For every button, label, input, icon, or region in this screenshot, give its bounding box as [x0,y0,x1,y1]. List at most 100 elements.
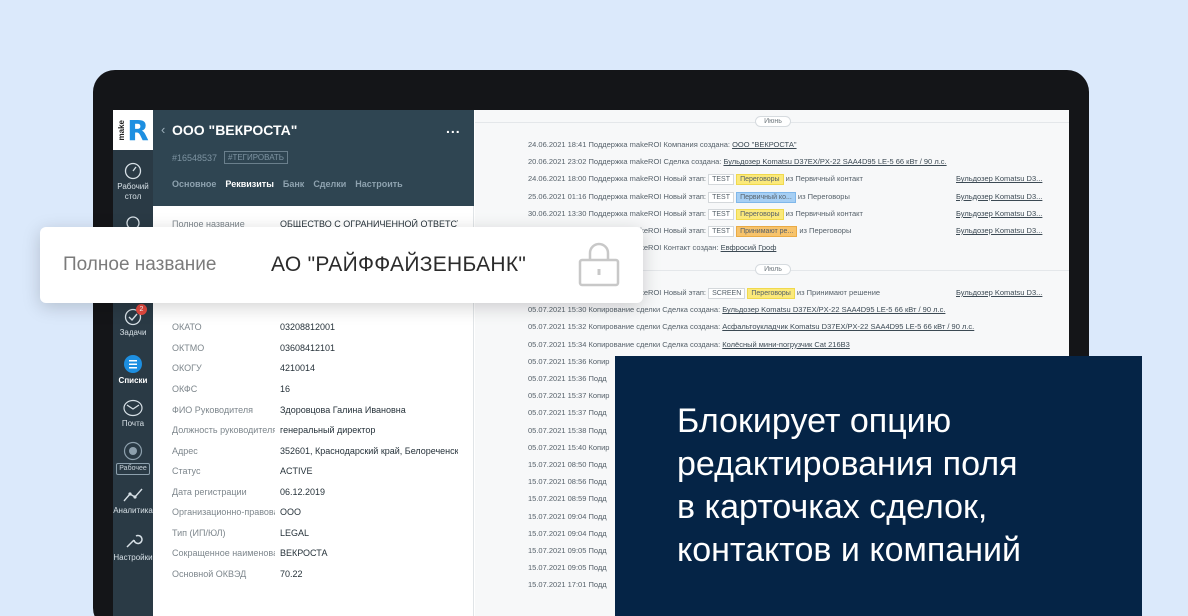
field-label: ОКТМО [172,343,205,353]
event-deal-link[interactable]: Бульдозер Komatsu D3... [956,287,1042,298]
event-link[interactable]: Бульдозер Komatsu D37EX/PX-22 SAA4D95 LE… [723,157,946,166]
logo-letter: R [127,113,149,147]
locked-field-value: АО "РАЙФФАЙЗЕНБАНК" [271,253,527,276]
pipeline-chip: SCREEN [708,288,746,299]
tab-requisites[interactable]: Реквизиты [225,179,273,189]
rail-label-settings: Настройки [113,553,153,562]
lists-icon [124,355,142,373]
event-tail: из Первичный контакт [783,208,863,218]
event-text: 05.07.2021 15:36 Копир [528,356,610,366]
event-text: 15.07.2021 09:04 Подд [528,528,607,538]
logo-small-text: make [117,119,127,141]
feed-event[interactable]: 25.06.2021 01:16 Поддержка makeROI Новый… [528,191,1048,203]
event-text: 05.07.2021 15:34 Копирование сделки Сдел… [528,339,723,349]
field-row[interactable]: ОКФС 16 [172,384,462,396]
feed-event[interactable]: 05.07.2021 15:30 Копирование сделки Сдел… [528,304,1048,315]
field-value[interactable]: 4210014 [280,363,458,373]
feed-event[interactable]: 05.07.2021 15:34 Копирование сделки Сдел… [528,339,1048,350]
field-row[interactable]: Сокращенное наименование ВЕКРОСТА [172,548,462,560]
field-value[interactable]: 70.22 [280,569,458,579]
tab-deals[interactable]: Сделки [313,179,346,189]
field-row[interactable]: Дата регистрации 06.12.2019 [172,487,462,499]
field-value[interactable]: 03608412101 [280,343,458,353]
stage-chip: Переговоры [747,288,795,299]
field-value[interactable]: Здоровцова Галина Ивановна [280,405,458,415]
field-value[interactable]: ООО [280,507,458,517]
field-value[interactable]: 06.12.2019 [280,487,458,497]
event-link[interactable]: ООО "ВЕКРОСТА" [732,140,796,149]
promo-box: Блокирует опцию редактирования поля в ка… [615,356,1142,616]
rail-item-hidden[interactable] [113,214,153,228]
event-text: 15.07.2021 09:05 Подд [528,546,607,555]
tab-bank[interactable]: Банк [283,179,304,189]
event-tail: из Переговоры [795,191,850,201]
field-value[interactable]: 16 [280,384,458,394]
tab-main[interactable]: Основное [172,179,216,189]
rail-item-lists[interactable]: Списки [113,354,153,386]
feed-event[interactable]: 24.06.2021 18:41 Поддержка makeROI Компа… [528,139,1048,150]
event-deal-link[interactable]: Бульдозер Komatsu D3... [956,225,1042,236]
rail-item-mail[interactable]: Почта [113,399,153,429]
field-row[interactable]: ОКТМО 03608412101 [172,343,462,355]
event-text: 05.07.2021 15:32 Копирование сделки Сдел… [528,322,723,332]
field-value[interactable]: 352601, Краснодарский край, Белореченск [280,446,458,456]
event-tail: из Переговоры [797,226,852,235]
pipeline-chip: TEST [708,226,734,237]
event-tail: из Первичный контакт [783,174,863,184]
rail-item-tasks[interactable]: 2 Задачи [113,304,153,338]
field-row[interactable]: ОКОГУ 4210014 [172,363,462,375]
event-link[interactable]: Колёсный мини-погрузчик Cat 216B3 [722,340,850,349]
promo-text: Блокирует опцию редактирования поля в ка… [677,400,1137,572]
event-link[interactable]: Бульдозер Komatsu D37EX/PX-22 SAA4D95 LE… [722,305,945,314]
event-deal-link[interactable]: Бульдозер Komatsu D3... [956,173,1042,184]
event-deal-link[interactable]: Бульдозер Komatsu D3... [956,191,1042,202]
event-link[interactable]: Евфросий Гроф [721,243,777,252]
field-row[interactable]: Тип (ИП/ЮЛ) LEGAL [172,528,462,540]
rail-item-work[interactable]: Рабочее [113,441,153,475]
field-row[interactable]: ОКАТО 03208812001 [172,322,462,334]
field-value[interactable]: генеральный директор [280,425,458,435]
field-value[interactable]: ВЕКРОСТА [280,548,458,558]
feed-event[interactable]: 05.07.2021 15:32 Копирование сделки Сдел… [528,321,1048,332]
event-text: 05.07.2021 15:38 Подд [528,425,607,435]
rail-item-analytics[interactable]: Аналитика [113,486,153,516]
field-value[interactable]: 03208812001 [280,322,458,332]
tab-configure[interactable]: Настроить [355,179,402,189]
mail-icon [123,399,143,417]
field-row[interactable]: Статус ACTIVE [172,466,462,478]
feed-event[interactable]: 30.06.2021 13:30 Поддержка makeROI Новый… [528,208,1048,220]
dashboard-icon [124,162,142,180]
rail-label-analytics: Аналитика [113,506,153,515]
field-value[interactable]: ACTIVE [280,466,458,476]
field-row[interactable]: ФИО Руководителя Здоровцова Галина Иванов… [172,405,462,417]
rail-item-settings[interactable]: Настройки [113,531,153,563]
locked-field-card[interactable]: Полное название АО "РАЙФФАЙЗЕНБАНК" [40,227,643,303]
promo-line: редактирования поля [677,445,1018,483]
feed-event[interactable]: 20.06.2021 23:02 Поддержка makeROI Сделк… [528,156,1048,167]
field-row[interactable]: Адрес 352601, Краснодарский край, Белореч… [172,446,462,458]
tag-button[interactable]: #ТЕГИРОВАТЬ [224,151,289,164]
event-link[interactable]: Асфальтоукладчик Komatsu D37EX/PX-22 SAA… [722,322,974,331]
app-logo[interactable]: make R [113,110,153,150]
company-id: #16548537 [172,153,218,163]
back-arrow-icon[interactable]: ‹ [161,122,165,137]
rail-label-mail: Почта [121,419,145,428]
event-text: 05.07.2021 15:40 Копир [528,442,610,452]
field-row[interactable]: Основной ОКВЭД 70.22 [172,569,462,581]
rail-item-desktop[interactable]: Рабочий стол [113,162,153,202]
field-value[interactable]: LEGAL [280,528,458,538]
event-deal-link[interactable]: Бульдозер Komatsu D3... [956,208,1042,219]
event-text: 15.07.2021 08:56 Подд [528,477,607,487]
feed-event[interactable]: 24.06.2021 18:00 Поддержка makeROI Новый… [528,173,1048,186]
event-text: 15.07.2021 17:01 Подд [528,580,607,590]
field-row[interactable]: Организационно-правовая форма ООО [172,507,462,519]
field-label: ОКАТО [172,322,202,332]
event-text: 05.07.2021 15:30 Копирование сделки Сдел… [528,305,723,315]
more-menu-icon[interactable]: ... [446,120,461,136]
field-row[interactable]: Должность руководителя генеральный директ… [172,425,462,437]
month-label-july: Июль [755,264,791,275]
promo-line: контактов и компаний [677,531,1021,569]
event-text: 30.06.2021 13:30 Поддержка makeROI Новый… [528,208,709,218]
wrench-icon [126,534,143,548]
target-icon [123,441,143,461]
